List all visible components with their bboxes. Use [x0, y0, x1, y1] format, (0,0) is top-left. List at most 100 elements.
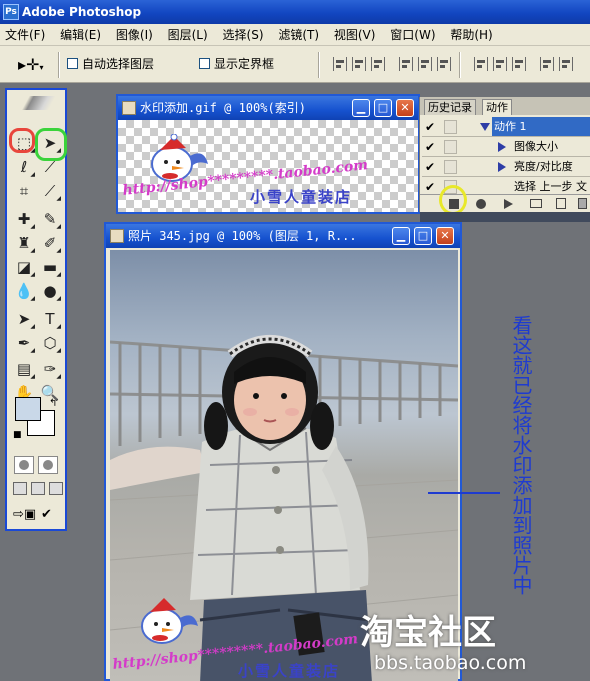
- site-watermark-brand: 淘宝社区: [360, 613, 496, 653]
- show-bounding-box-checkbox[interactable]: [199, 58, 210, 69]
- auto-select-layer-checkbox[interactable]: [67, 58, 78, 69]
- expand-right-icon[interactable]: [498, 142, 506, 152]
- menu-filter[interactable]: 滤镜(T): [273, 24, 324, 46]
- close-button[interactable]: ✕: [436, 227, 454, 245]
- standard-mode-button[interactable]: [14, 456, 34, 474]
- options-separator: [459, 52, 461, 78]
- action-enabled-check-icon[interactable]: ✔: [423, 180, 437, 194]
- app-title-bar: Ps Adobe Photoshop: [0, 0, 590, 24]
- crop-tool-icon[interactable]: ⌗: [12, 180, 36, 202]
- maximize-button[interactable]: □: [374, 99, 392, 117]
- foreground-color-swatch[interactable]: [15, 397, 41, 421]
- eyedropper-tool-icon[interactable]: ✑ ◢: [38, 358, 62, 380]
- path-selection-tool-icon[interactable]: ➤ ◢: [12, 308, 36, 330]
- swap-colors-icon[interactable]: ↰: [49, 398, 57, 409]
- gif-window-title: 水印添加.gif @ 100%(索引): [140, 101, 306, 115]
- watermark-gif-window[interactable]: 水印添加.gif @ 100%(索引) ▁ □ ✕ http://shop***…: [116, 94, 420, 214]
- history-brush-tool-icon[interactable]: ✐ ◢: [38, 232, 62, 254]
- distribute-vcenter-icon[interactable]: [493, 57, 507, 71]
- action-row[interactable]: ✔ 图像大小: [422, 137, 590, 157]
- tab-actions[interactable]: 动作: [482, 99, 512, 115]
- distribute-bottom-icon[interactable]: [512, 57, 526, 71]
- menu-edit[interactable]: 编辑(E): [55, 24, 106, 46]
- distribute-hcenter-icon[interactable]: [559, 57, 573, 71]
- maximize-button[interactable]: □: [414, 227, 432, 245]
- feather-logo-icon: [14, 96, 66, 110]
- minimize-button[interactable]: ▁: [352, 99, 370, 117]
- shape-tool-icon[interactable]: ⬡ ◢: [38, 332, 62, 354]
- menu-image[interactable]: 图像(I): [111, 24, 158, 46]
- action-row[interactable]: ✔ 动作 1: [422, 117, 590, 137]
- screen-mode-full-menu-button[interactable]: [31, 482, 45, 495]
- healing-brush-tool-icon[interactable]: ✚ ◢: [12, 208, 36, 230]
- panel-lower-edge: [420, 212, 590, 222]
- type-tool-icon[interactable]: T ◢: [38, 308, 62, 330]
- blur-tool-icon[interactable]: 💧 ◢: [12, 280, 36, 302]
- align-right-icon[interactable]: [437, 57, 451, 71]
- align-bottom-icon[interactable]: [371, 57, 385, 71]
- distribute-top-icon[interactable]: [474, 57, 488, 71]
- move-tool-preset-icon[interactable]: ▸✛▾: [18, 53, 50, 77]
- align-top-icon[interactable]: [333, 57, 347, 71]
- quick-mask-mode-button[interactable]: [38, 456, 58, 474]
- menu-file[interactable]: 文件(F): [0, 24, 50, 46]
- dialog-toggle[interactable]: [444, 140, 457, 154]
- snowman-logo-icon: [141, 598, 198, 644]
- align-hcenter-icon[interactable]: [418, 57, 432, 71]
- eraser-tool-icon[interactable]: ◪ ◢: [12, 256, 36, 278]
- action-label-selected[interactable]: 动作 1: [492, 117, 590, 136]
- lasso-tool-icon[interactable]: ℓ ◢: [12, 156, 36, 178]
- photo-window-title: 照片 345.jpg @ 100% (图层 1, R...: [128, 229, 357, 243]
- dodge-tool-icon[interactable]: ● ◢: [38, 280, 62, 302]
- gradient-tool-icon[interactable]: ▬ ◢: [38, 256, 62, 278]
- action-enabled-check-icon[interactable]: ✔: [423, 120, 437, 134]
- menu-layer[interactable]: 图层(L): [163, 24, 213, 46]
- options-separator: [58, 52, 60, 78]
- brush-tool-icon[interactable]: ✎ ◢: [38, 208, 62, 230]
- check-icon[interactable]: ✔: [41, 506, 61, 524]
- menu-view[interactable]: 视图(V): [329, 24, 381, 46]
- action-row[interactable]: ✔ 亮度/对比度: [422, 157, 590, 177]
- dialog-toggle[interactable]: [444, 160, 457, 174]
- gif-canvas[interactable]: http://shop*********.taobao.com 小雪人童装店: [118, 120, 418, 212]
- pen-tool-icon[interactable]: ✒ ◢: [12, 332, 36, 354]
- action-label[interactable]: 图像大小: [514, 137, 558, 157]
- screen-mode-full-button[interactable]: [49, 482, 63, 495]
- app-title: Adobe Photoshop: [22, 5, 142, 19]
- action-enabled-check-icon[interactable]: ✔: [423, 160, 437, 174]
- screen-mode-standard-button[interactable]: [13, 482, 27, 495]
- distribute-left-icon[interactable]: [540, 57, 554, 71]
- align-left-icon[interactable]: [399, 57, 413, 71]
- annotation-text: 看这就已经将水印添加到照片中: [509, 315, 533, 595]
- menu-bar: 文件(F) 编辑(E) 图像(I) 图层(L) 选择(S) 滤镜(T) 视图(V…: [0, 24, 590, 46]
- slice-tool-icon[interactable]: ⟋ ◢: [38, 180, 62, 202]
- site-watermark-url: bbs.taobao.com: [374, 652, 527, 674]
- tab-history[interactable]: 历史记录: [424, 99, 476, 115]
- document-icon: [122, 101, 136, 115]
- action-label[interactable]: 亮度/对比度: [514, 157, 573, 177]
- record-button[interactable]: [476, 199, 486, 209]
- close-button[interactable]: ✕: [396, 99, 414, 117]
- minimize-button[interactable]: ▁: [392, 227, 410, 245]
- default-colors-icon[interactable]: ■: [13, 430, 22, 440]
- jump-to-imageready-icon[interactable]: ⇨▣: [13, 506, 36, 524]
- menu-select[interactable]: 选择(S): [218, 24, 269, 46]
- delete-button[interactable]: [578, 198, 587, 209]
- align-vcenter-icon[interactable]: [352, 57, 366, 71]
- auto-select-layer-label: 自动选择图层: [82, 57, 155, 71]
- menu-window[interactable]: 窗口(W): [385, 24, 440, 46]
- options-separator: [318, 52, 320, 78]
- notes-tool-icon[interactable]: ▤ ◢: [12, 358, 36, 380]
- dialog-toggle[interactable]: [444, 120, 457, 134]
- expand-down-icon[interactable]: [480, 123, 490, 131]
- annotation-pointer-line: [428, 492, 500, 494]
- new-set-button[interactable]: [530, 199, 542, 208]
- expand-right-icon[interactable]: [498, 162, 506, 172]
- new-action-button[interactable]: [556, 198, 566, 209]
- gif-window-title-bar[interactable]: 水印添加.gif @ 100%(索引): [118, 96, 418, 120]
- menu-help[interactable]: 帮助(H): [445, 24, 497, 46]
- show-bounding-box-label: 显示定界框: [214, 57, 275, 71]
- clone-stamp-tool-icon[interactable]: ♜ ◢: [12, 232, 36, 254]
- play-button[interactable]: [504, 199, 513, 209]
- action-enabled-check-icon[interactable]: ✔: [423, 140, 437, 154]
